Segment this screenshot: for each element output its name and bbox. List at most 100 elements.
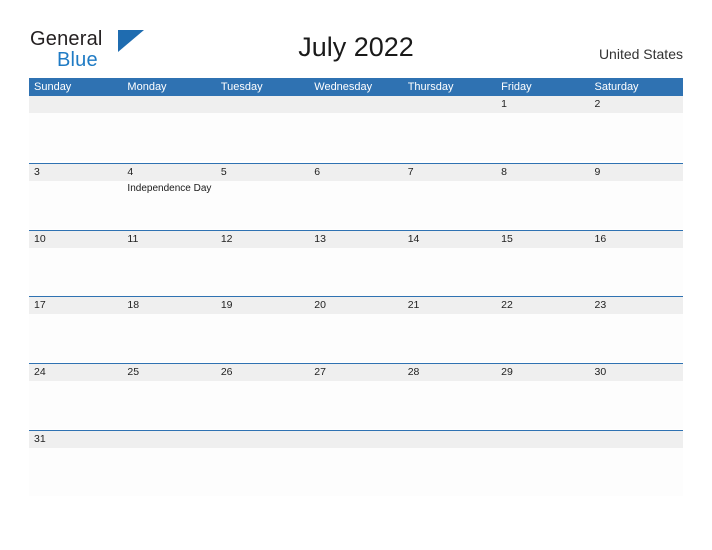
day-cell-empty (216, 248, 309, 296)
week-event-band (29, 247, 683, 296)
day-number-empty (403, 431, 496, 448)
day-number[interactable]: 23 (590, 297, 683, 314)
calendar-week-row: 3 4 5 6 7 8 9 Independence Day (29, 162, 683, 230)
week-event-band (29, 447, 683, 496)
day-number-empty (122, 96, 215, 113)
day-number[interactable]: 7 (403, 164, 496, 181)
week-event-band (29, 381, 683, 430)
day-number[interactable]: 10 (29, 231, 122, 248)
day-number[interactable]: 9 (590, 164, 683, 181)
day-cell-empty (590, 248, 683, 296)
day-number-empty (309, 431, 402, 448)
day-number[interactable]: 19 (216, 297, 309, 314)
day-number-empty (29, 96, 122, 113)
day-cell-empty (590, 314, 683, 362)
day-number[interactable]: 30 (590, 364, 683, 381)
day-number-empty (403, 96, 496, 113)
day-number[interactable]: 2 (590, 96, 683, 113)
day-cell-empty (29, 181, 122, 229)
day-cell-empty (29, 381, 122, 429)
day-number[interactable]: 17 (29, 297, 122, 314)
day-cell-empty (309, 448, 402, 496)
day-number[interactable]: 22 (496, 297, 589, 314)
day-cell-empty (403, 248, 496, 296)
day-number[interactable]: 11 (122, 231, 215, 248)
day-cell-empty (216, 181, 309, 229)
day-number[interactable]: 27 (309, 364, 402, 381)
calendar-page: General Blue July 2022 United States Sun… (0, 0, 712, 550)
day-cell-empty (216, 448, 309, 496)
day-cell-empty (496, 448, 589, 496)
day-cell-empty (496, 113, 589, 161)
day-number[interactable]: 26 (216, 364, 309, 381)
day-cell-empty (403, 448, 496, 496)
day-cell-empty (496, 248, 589, 296)
day-cell-empty (122, 113, 215, 161)
day-number[interactable]: 16 (590, 231, 683, 248)
day-number[interactable]: 20 (309, 297, 402, 314)
day-cell-empty (29, 248, 122, 296)
weekday-header-tuesday: Tuesday (220, 81, 263, 93)
day-number[interactable]: 14 (403, 231, 496, 248)
weekday-header-thursday: Thursday (407, 81, 454, 93)
day-number[interactable]: 5 (216, 164, 309, 181)
day-number[interactable]: 31 (29, 431, 122, 448)
week-date-number-band: 10 11 12 13 14 15 16 (29, 230, 683, 248)
day-cell-empty (590, 113, 683, 161)
day-number-empty (496, 431, 589, 448)
day-cell-empty (309, 381, 402, 429)
week-date-number-band: 17 18 19 20 21 22 23 (29, 297, 683, 315)
calendar-week-row: 12 (29, 96, 683, 163)
day-number[interactable]: 13 (309, 231, 402, 248)
day-number[interactable]: 24 (29, 364, 122, 381)
week-date-number-band: 31 (29, 430, 683, 448)
day-number[interactable]: 6 (309, 164, 402, 181)
day-number[interactable]: 4 (122, 164, 215, 181)
day-cell-empty (309, 113, 402, 161)
day-number[interactable]: 29 (496, 364, 589, 381)
country-label: United States (598, 46, 683, 62)
day-number[interactable]: 15 (496, 231, 589, 248)
day-number[interactable]: 3 (29, 164, 122, 181)
page-header: General Blue July 2022 United States (0, 0, 712, 76)
day-event-label: Independence Day (127, 182, 212, 194)
day-number-empty (216, 431, 309, 448)
day-cell-empty (309, 314, 402, 362)
day-number[interactable]: 1 (496, 96, 589, 113)
weekday-header-monday: Monday (127, 81, 167, 93)
day-number[interactable]: 8 (496, 164, 589, 181)
calendar-week-row: 24 25 26 27 28 29 30 (29, 363, 683, 430)
day-cell-empty (403, 381, 496, 429)
day-cell-empty (216, 314, 309, 362)
day-cell-empty (122, 314, 215, 362)
week-event-band (29, 314, 683, 363)
day-cell-empty (29, 448, 122, 496)
day-number[interactable]: 25 (122, 364, 215, 381)
week-event-band: Independence Day (29, 180, 683, 229)
day-cell-empty (403, 314, 496, 362)
day-number[interactable]: 21 (403, 297, 496, 314)
day-cell-empty (309, 181, 402, 229)
day-cell-empty (29, 314, 122, 362)
day-cell-empty (122, 248, 215, 296)
weekday-header-saturday: Saturday (594, 81, 639, 93)
day-number[interactable]: 18 (122, 297, 215, 314)
day-number[interactable]: 28 (403, 364, 496, 381)
day-cell-empty (590, 181, 683, 229)
calendar-grid: Sunday Monday Tuesday Wednesday Thursday Frid… (29, 78, 683, 497)
day-cell-empty (122, 381, 215, 429)
weekday-header-sunday: Sunday (34, 81, 72, 93)
day-cell-empty (216, 381, 309, 429)
day-cell-empty (29, 113, 122, 161)
day-number-empty (122, 431, 215, 448)
week-date-number-band: 3456789 (29, 163, 683, 181)
day-cell-empty (122, 448, 215, 496)
day-cell-empty (590, 381, 683, 429)
week-event-band (29, 113, 683, 161)
day-number[interactable]: 12 (216, 231, 309, 248)
day-number-empty (309, 96, 402, 113)
day-cell-empty (403, 113, 496, 161)
day-cell-empty (496, 381, 589, 429)
week-date-number-band: 12 (29, 96, 683, 113)
calendar-week-row: 31 (29, 429, 683, 497)
